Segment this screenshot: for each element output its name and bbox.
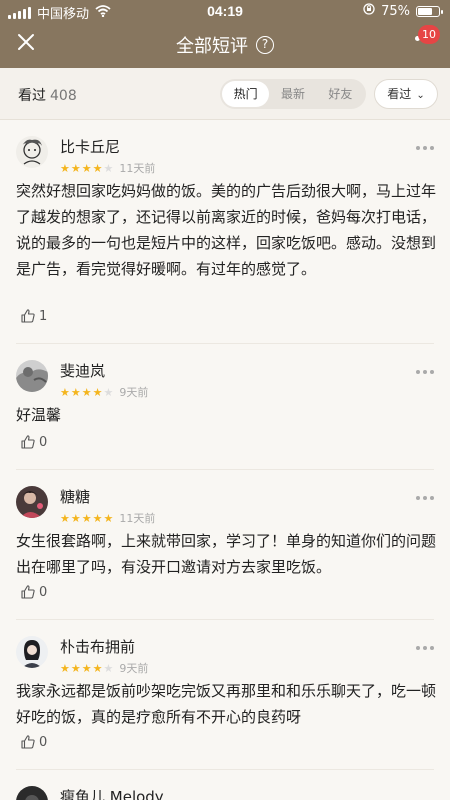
reviewer-name[interactable]: 比卡丘尼 — [60, 136, 120, 157]
tab-latest[interactable]: 最新 — [269, 81, 316, 107]
like-button[interactable]: 0 — [20, 434, 47, 450]
avatar[interactable] — [16, 360, 48, 392]
battery-percent: 75% — [381, 3, 410, 19]
review-text: 好温馨 — [16, 406, 62, 424]
page-title-wrap: 全部短评 ? — [0, 32, 450, 58]
like-count: 0 — [39, 584, 48, 600]
star-filled-icon: ★ — [70, 511, 81, 525]
help-icon[interactable]: ? — [256, 36, 274, 54]
star-empty-icon: ★ — [103, 661, 114, 675]
more-options-button[interactable] — [416, 496, 434, 500]
tab-friends[interactable]: 好友 — [317, 81, 364, 107]
more-options-button[interactable] — [416, 146, 434, 150]
review-time: 9天前 — [119, 662, 149, 675]
like-count: 1 — [39, 308, 48, 324]
rotation-lock-icon — [363, 3, 375, 19]
review-text: 女生很套路啊，上来就带回家，学习了！单身的知道你们的问题出在哪里了吗，有没开口邀… — [16, 532, 437, 576]
star-filled-icon: ★ — [92, 661, 103, 675]
rating-stars: ★ ★ ★ ★ ★ — [60, 387, 113, 398]
review-item: 斐迪岚 ★ ★ ★ ★ ★ 9天前 好温馨 0 — [0, 344, 450, 470]
star-filled-icon: ★ — [81, 511, 92, 525]
filter-bar: 看过 408 热门 最新 好友 看过 ⌄ — [0, 68, 450, 120]
reviewer-name[interactable]: 斐迪岚 — [60, 360, 105, 381]
top-header: 中国移动 04:19 75% 全部短评 ? 10 — [0, 0, 450, 68]
watched-count: 看过 408 — [18, 85, 77, 105]
notification-badge: 10 — [418, 25, 440, 44]
tab-hot[interactable]: 热门 — [222, 81, 270, 107]
review-item: 比卡丘尼 ★ ★ ★ ★ ★ 11天前 突然好想回家吃妈妈做的饭。美的的广告后劲很大啊，… — [0, 120, 450, 344]
battery-icon — [416, 5, 443, 17]
star-filled-icon: ★ — [92, 385, 103, 399]
chevron-down-icon: ⌄ — [416, 90, 425, 101]
page-title: 全部短评 — [176, 36, 248, 57]
avatar[interactable] — [16, 136, 48, 168]
review-text: 我家永远都是饭前吵架吃完饭又再那里和和乐乐聊天了，吃一顿好吃的饭，真的是疗愈所有… — [16, 682, 437, 726]
rating-stars: ★ ★ ★ ★ ★ — [60, 513, 113, 524]
reviewer-name[interactable]: 瘦鱼儿 Melody — [60, 786, 164, 800]
review-item: 糖糖 ★ ★ ★ ★ ★ 11天前 女生很套路啊，上来就带回家，学习了！单身的知道你们的… — [0, 470, 450, 620]
star-filled-icon: ★ — [81, 385, 92, 399]
watched-number: 408 — [50, 88, 77, 104]
rating-stars: ★ ★ ★ ★ ★ — [60, 163, 113, 174]
like-button[interactable]: 0 — [20, 584, 47, 600]
avatar[interactable] — [16, 786, 48, 800]
review-time: 11天前 — [119, 162, 156, 175]
status-bar: 中国移动 04:19 75% — [0, 0, 450, 22]
watched-label: 看过 — [18, 88, 46, 104]
star-filled-icon: ★ — [60, 661, 70, 675]
reviewer-name[interactable]: 糖糖 — [60, 486, 90, 507]
more-options-button[interactable] — [416, 370, 434, 374]
like-button[interactable]: 1 — [20, 308, 47, 324]
star-filled-icon: ★ — [70, 161, 81, 175]
like-count: 0 — [39, 734, 48, 750]
star-filled-icon: ★ — [92, 161, 103, 175]
star-filled-icon: ★ — [70, 385, 81, 399]
star-filled-icon: ★ — [92, 511, 103, 525]
nav-bar: 全部短评 ? 10 — [0, 22, 450, 68]
more-options-button[interactable] — [416, 646, 434, 650]
star-filled-icon: ★ — [70, 661, 81, 675]
star-filled-icon: ★ — [60, 511, 70, 525]
like-count: 0 — [39, 434, 48, 450]
review-item: 瘦鱼儿 Melody — [0, 770, 450, 800]
review-text: 突然好想回家吃妈妈做的饭。美的的广告后劲很大啊，马上过年了越发的想家了，还记得以… — [16, 182, 437, 278]
star-empty-icon: ★ — [103, 385, 114, 399]
rating-stars: ★ ★ ★ ★ ★ — [60, 663, 113, 674]
status-filter-label: 看过 — [387, 87, 412, 101]
star-filled-icon: ★ — [60, 385, 70, 399]
star-filled-icon: ★ — [103, 511, 114, 525]
like-button[interactable]: 0 — [20, 734, 47, 750]
star-filled-icon: ★ — [81, 661, 92, 675]
review-item: 朴击布拥前 ★ ★ ★ ★ ★ 9天前 我家永远都是饭前吵架吃完饭又再那里和和乐乐聊天了… — [0, 620, 450, 770]
star-empty-icon: ★ — [103, 161, 114, 175]
avatar[interactable] — [16, 486, 48, 518]
sort-segmented-control: 热门 最新 好友 — [220, 79, 366, 109]
review-time: 9天前 — [119, 386, 149, 399]
thumbs-up-icon — [21, 735, 35, 749]
thumbs-up-icon — [21, 309, 35, 323]
status-filter-dropdown[interactable]: 看过 ⌄ — [374, 79, 438, 109]
star-filled-icon: ★ — [81, 161, 92, 175]
reviewer-name[interactable]: 朴击布拥前 — [60, 636, 135, 657]
review-list: 比卡丘尼 ★ ★ ★ ★ ★ 11天前 突然好想回家吃妈妈做的饭。美的的广告后劲很大啊，… — [0, 120, 450, 800]
star-filled-icon: ★ — [60, 161, 70, 175]
avatar[interactable] — [16, 636, 48, 668]
thumbs-up-icon — [21, 585, 35, 599]
review-time: 11天前 — [119, 512, 156, 525]
thumbs-up-icon — [21, 435, 35, 449]
